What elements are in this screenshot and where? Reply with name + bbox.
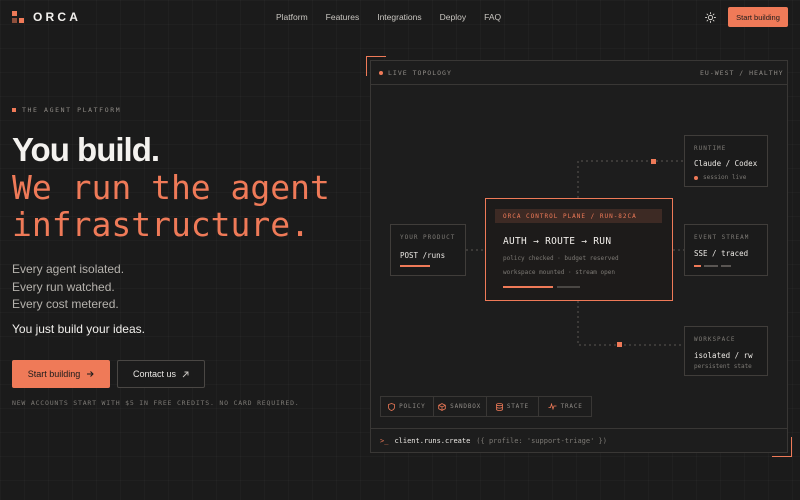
terminal-prompt-icon: >_ (380, 436, 389, 445)
control-plane-status-1: policy checked · budget reserved (503, 255, 619, 262)
database-icon (495, 402, 503, 411)
control-plane-status-2: workspace mounted · stream open (503, 269, 615, 276)
your-product-node[interactable]: YOUR PRODUCT POST /runs (390, 224, 466, 276)
console-args: ({ profile: 'support-triage' }) (476, 436, 607, 445)
connector-node (651, 159, 656, 164)
control-plane-tag: ORCA CONTROL PLANE / RUN-82CA (495, 209, 662, 223)
tab-sandbox[interactable]: SANDBOX (434, 397, 487, 416)
cube-icon (438, 402, 446, 411)
shield-icon (388, 402, 396, 411)
console-command: client.runs.create (394, 436, 471, 445)
workspace-value: isolated / rw (694, 351, 753, 360)
connector-node (617, 342, 622, 347)
event-stream-node[interactable]: EVENT STREAM SSE / traced (684, 224, 768, 276)
event-stream-label: EVENT STREAM (694, 234, 750, 241)
runtime-label: RUNTIME (694, 145, 727, 152)
control-progress-track (557, 286, 580, 288)
tab-policy-label: POLICY (399, 403, 426, 410)
control-progress-bar (503, 286, 553, 288)
your-product-label: YOUR PRODUCT (400, 234, 456, 241)
event-stream-value: SSE / traced (694, 249, 749, 258)
pulse-icon (548, 403, 557, 410)
control-plane-flow: AUTH → ROUTE → RUN (503, 236, 612, 247)
workspace-status: persistent state (694, 363, 752, 370)
workspace-node[interactable]: WORKSPACE isolated / rw persistent state (684, 326, 768, 376)
your-product-value: POST /runs (400, 251, 446, 260)
tab-trace-label: TRACE (560, 403, 583, 410)
active-bar (400, 265, 430, 267)
workspace-label: WORKSPACE (694, 336, 736, 343)
runtime-value: Claude / Codex (694, 159, 758, 168)
tab-trace[interactable]: TRACE (539, 397, 591, 416)
runtime-status-text: session live (703, 174, 747, 181)
event-stream-bars (694, 265, 731, 267)
console-bar[interactable]: >_ client.runs.create ({ profile: 'suppo… (371, 428, 787, 452)
runtime-node[interactable]: RUNTIME Claude / Codex session live (684, 135, 768, 187)
tab-policy[interactable]: POLICY (381, 397, 434, 416)
tab-state-label: STATE (506, 403, 529, 410)
topology-tabs: POLICY SANDBOX STATE TRACE (380, 396, 592, 417)
status-dot (694, 175, 698, 180)
tab-sandbox-label: SANDBOX (450, 403, 482, 410)
tab-state[interactable]: STATE (487, 397, 540, 416)
runtime-status: session live (694, 174, 746, 181)
